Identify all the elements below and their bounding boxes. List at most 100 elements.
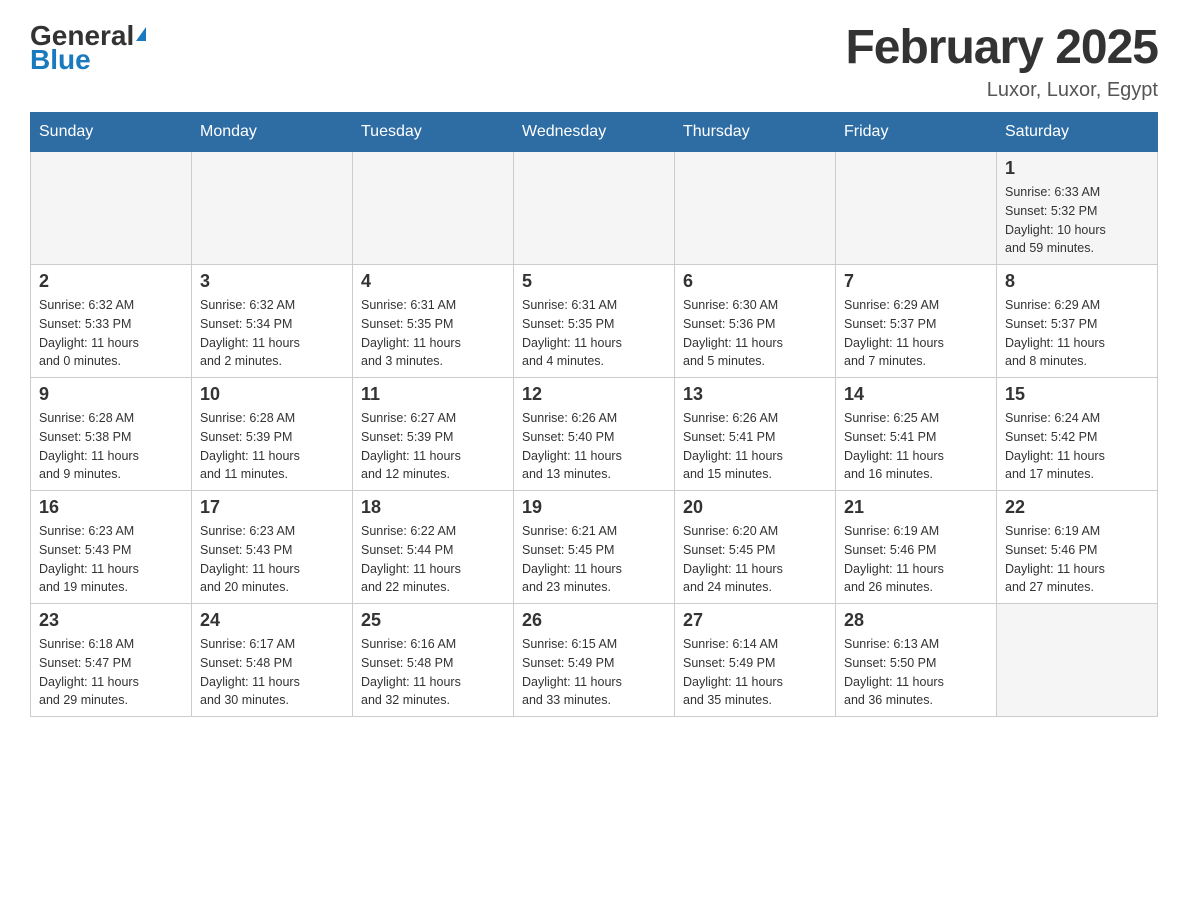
calendar-day-cell: 12 Sunrise: 6:26 AM Sunset: 5:40 PM Dayli…	[514, 378, 675, 491]
day-number: 6	[683, 271, 827, 292]
day-number: 26	[522, 610, 666, 631]
day-info: Sunrise: 6:30 AM Sunset: 5:36 PM Dayligh…	[683, 296, 827, 371]
day-info: Sunrise: 6:26 AM Sunset: 5:40 PM Dayligh…	[522, 409, 666, 484]
calendar-day-cell: 23Sunrise: 6:18 AM Sunset: 5:47 PM Dayli…	[31, 604, 192, 717]
day-info: Sunrise: 6:19 AM Sunset: 5:46 PM Dayligh…	[1005, 522, 1149, 597]
day-info: Sunrise: 6:23 AM Sunset: 5:43 PM Dayligh…	[39, 522, 183, 597]
day-info: Sunrise: 6:29 AM Sunset: 5:37 PM Dayligh…	[1005, 296, 1149, 371]
day-info: Sunrise: 6:19 AM Sunset: 5:46 PM Dayligh…	[844, 522, 988, 597]
day-info: Sunrise: 6:16 AM Sunset: 5:48 PM Dayligh…	[361, 635, 505, 710]
day-info: Sunrise: 6:27 AM Sunset: 5:39 PM Dayligh…	[361, 409, 505, 484]
day-number: 1	[1005, 158, 1149, 179]
calendar-day-cell: 5 Sunrise: 6:31 AM Sunset: 5:35 PM Daylig…	[514, 265, 675, 378]
day-number: 28	[844, 610, 988, 631]
calendar-day-cell: 3Sunrise: 6:32 AM Sunset: 5:34 PM Daylig…	[192, 265, 353, 378]
calendar-table: SundayMondayTuesdayWednesdayThursdayFrid…	[30, 112, 1158, 717]
day-info: Sunrise: 6:25 AM Sunset: 5:41 PM Dayligh…	[844, 409, 988, 484]
day-number: 25	[361, 610, 505, 631]
calendar-day-cell	[353, 152, 514, 265]
day-number: 17	[200, 497, 344, 518]
day-number: 9	[39, 384, 183, 405]
day-of-week-header: Wednesday	[514, 113, 675, 152]
day-number: 5	[522, 271, 666, 292]
day-number: 18	[361, 497, 505, 518]
day-of-week-header: Thursday	[675, 113, 836, 152]
day-info: Sunrise: 6:31 AM Sunset: 5:35 PM Dayligh…	[522, 296, 666, 371]
calendar-week-row: 2 Sunrise: 6:32 AM Sunset: 5:33 PM Daylig…	[31, 265, 1158, 378]
calendar-day-cell	[192, 152, 353, 265]
calendar-day-cell: 21 Sunrise: 6:19 AM Sunset: 5:46 PM Dayli…	[836, 491, 997, 604]
calendar-day-cell: 2 Sunrise: 6:32 AM Sunset: 5:33 PM Daylig…	[31, 265, 192, 378]
calendar-day-cell: 11 Sunrise: 6:27 AM Sunset: 5:39 PM Dayli…	[353, 378, 514, 491]
calendar-day-cell	[514, 152, 675, 265]
calendar-week-row: 23Sunrise: 6:18 AM Sunset: 5:47 PM Dayli…	[31, 604, 1158, 717]
day-number: 16	[39, 497, 183, 518]
calendar-day-cell: 14 Sunrise: 6:25 AM Sunset: 5:41 PM Dayli…	[836, 378, 997, 491]
day-number: 27	[683, 610, 827, 631]
calendar-day-cell: 26Sunrise: 6:15 AM Sunset: 5:49 PM Dayli…	[514, 604, 675, 717]
logo: General Blue	[30, 20, 146, 76]
calendar-day-cell: 4 Sunrise: 6:31 AM Sunset: 5:35 PM Daylig…	[353, 265, 514, 378]
day-info: Sunrise: 6:24 AM Sunset: 5:42 PM Dayligh…	[1005, 409, 1149, 484]
day-info: Sunrise: 6:32 AM Sunset: 5:34 PM Dayligh…	[200, 296, 344, 371]
day-info: Sunrise: 6:28 AM Sunset: 5:39 PM Dayligh…	[200, 409, 344, 484]
calendar-day-cell: 10 Sunrise: 6:28 AM Sunset: 5:39 PM Dayli…	[192, 378, 353, 491]
calendar-day-cell: 1 Sunrise: 6:33 AM Sunset: 5:32 PM Daylig…	[997, 152, 1158, 265]
day-info: Sunrise: 6:32 AM Sunset: 5:33 PM Dayligh…	[39, 296, 183, 371]
calendar-day-cell: 8Sunrise: 6:29 AM Sunset: 5:37 PM Daylig…	[997, 265, 1158, 378]
calendar-day-cell: 13 Sunrise: 6:26 AM Sunset: 5:41 PM Dayli…	[675, 378, 836, 491]
calendar-day-cell: 9 Sunrise: 6:28 AM Sunset: 5:38 PM Daylig…	[31, 378, 192, 491]
calendar-week-row: 9 Sunrise: 6:28 AM Sunset: 5:38 PM Daylig…	[31, 378, 1158, 491]
day-info: Sunrise: 6:28 AM Sunset: 5:38 PM Dayligh…	[39, 409, 183, 484]
calendar-day-cell	[997, 604, 1158, 717]
day-of-week-header: Sunday	[31, 113, 192, 152]
day-info: Sunrise: 6:17 AM Sunset: 5:48 PM Dayligh…	[200, 635, 344, 710]
day-number: 20	[683, 497, 827, 518]
day-info: Sunrise: 6:21 AM Sunset: 5:45 PM Dayligh…	[522, 522, 666, 597]
day-number: 24	[200, 610, 344, 631]
calendar-day-cell: 19Sunrise: 6:21 AM Sunset: 5:45 PM Dayli…	[514, 491, 675, 604]
day-number: 7	[844, 271, 988, 292]
day-of-week-header: Monday	[192, 113, 353, 152]
calendar-day-cell: 20 Sunrise: 6:20 AM Sunset: 5:45 PM Dayli…	[675, 491, 836, 604]
day-info: Sunrise: 6:23 AM Sunset: 5:43 PM Dayligh…	[200, 522, 344, 597]
month-title: February 2025	[845, 20, 1158, 75]
day-info: Sunrise: 6:26 AM Sunset: 5:41 PM Dayligh…	[683, 409, 827, 484]
calendar-day-cell	[836, 152, 997, 265]
day-number: 2	[39, 271, 183, 292]
title-block: February 2025 Luxor, Luxor, Egypt	[845, 20, 1158, 102]
day-info: Sunrise: 6:29 AM Sunset: 5:37 PM Dayligh…	[844, 296, 988, 371]
calendar-day-cell: 28 Sunrise: 6:13 AM Sunset: 5:50 PM Dayli…	[836, 604, 997, 717]
day-info: Sunrise: 6:13 AM Sunset: 5:50 PM Dayligh…	[844, 635, 988, 710]
calendar-day-cell: 7 Sunrise: 6:29 AM Sunset: 5:37 PM Daylig…	[836, 265, 997, 378]
logo-blue-text: Blue	[30, 44, 91, 76]
location-text: Luxor, Luxor, Egypt	[845, 79, 1158, 102]
page-header: General Blue February 2025 Luxor, Luxor,…	[30, 20, 1158, 102]
calendar-day-cell	[675, 152, 836, 265]
day-number: 13	[683, 384, 827, 405]
day-number: 22	[1005, 497, 1149, 518]
day-number: 23	[39, 610, 183, 631]
day-number: 15	[1005, 384, 1149, 405]
calendar-day-cell	[31, 152, 192, 265]
day-number: 10	[200, 384, 344, 405]
day-info: Sunrise: 6:20 AM Sunset: 5:45 PM Dayligh…	[683, 522, 827, 597]
calendar-day-cell: 15 Sunrise: 6:24 AM Sunset: 5:42 PM Dayli…	[997, 378, 1158, 491]
day-info: Sunrise: 6:33 AM Sunset: 5:32 PM Dayligh…	[1005, 183, 1149, 258]
calendar-day-cell: 18Sunrise: 6:22 AM Sunset: 5:44 PM Dayli…	[353, 491, 514, 604]
day-info: Sunrise: 6:14 AM Sunset: 5:49 PM Dayligh…	[683, 635, 827, 710]
day-number: 4	[361, 271, 505, 292]
calendar-day-cell: 24 Sunrise: 6:17 AM Sunset: 5:48 PM Dayli…	[192, 604, 353, 717]
calendar-day-cell: 16 Sunrise: 6:23 AM Sunset: 5:43 PM Dayli…	[31, 491, 192, 604]
day-number: 14	[844, 384, 988, 405]
day-of-week-header: Saturday	[997, 113, 1158, 152]
day-number: 21	[844, 497, 988, 518]
day-number: 12	[522, 384, 666, 405]
day-info: Sunrise: 6:31 AM Sunset: 5:35 PM Dayligh…	[361, 296, 505, 371]
day-number: 11	[361, 384, 505, 405]
calendar-day-cell: 22 Sunrise: 6:19 AM Sunset: 5:46 PM Dayli…	[997, 491, 1158, 604]
calendar-day-cell: 17 Sunrise: 6:23 AM Sunset: 5:43 PM Dayli…	[192, 491, 353, 604]
calendar-day-cell: 25 Sunrise: 6:16 AM Sunset: 5:48 PM Dayli…	[353, 604, 514, 717]
calendar-day-cell: 6 Sunrise: 6:30 AM Sunset: 5:36 PM Daylig…	[675, 265, 836, 378]
day-of-week-header: Tuesday	[353, 113, 514, 152]
